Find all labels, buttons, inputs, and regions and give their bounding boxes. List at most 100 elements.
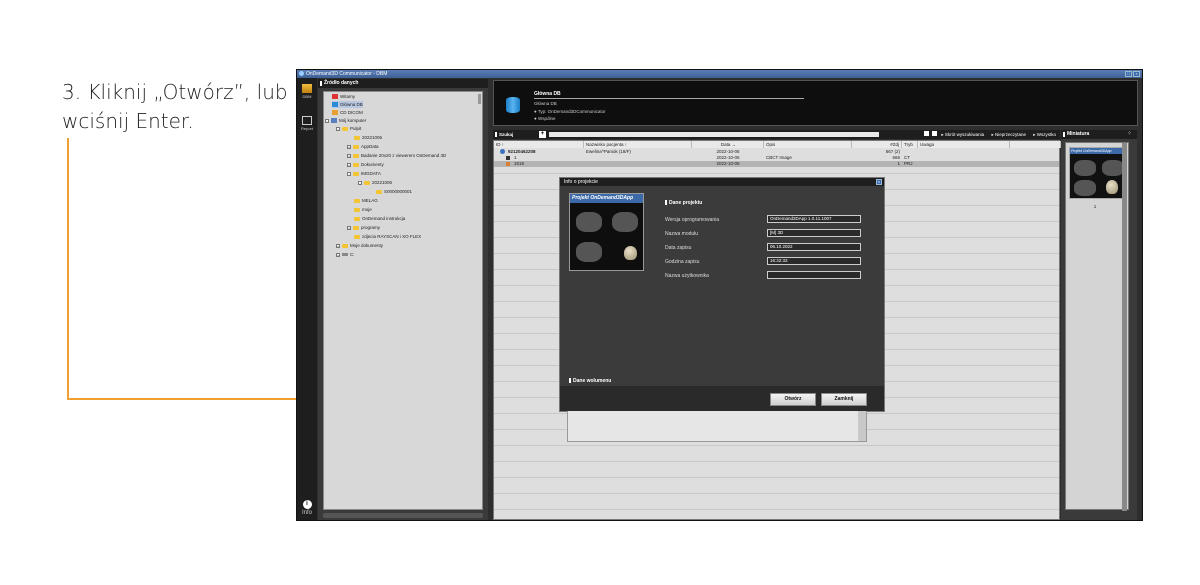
- thumbnail-list: Projekt OnDemand3DApp 1: [1065, 142, 1129, 511]
- search-expand-icon[interactable]: [932, 131, 938, 136]
- search-label: Szukaj: [494, 132, 514, 137]
- collapse-toggle-icon[interactable]: -: [347, 171, 351, 176]
- nav-report-label: Report: [300, 126, 313, 131]
- open-button[interactable]: Otwórz: [770, 393, 816, 406]
- thumbnail-panel: Miniatura ⁘ Projekt OnDemand3DApp 1: [1061, 130, 1137, 520]
- thumbnail-item[interactable]: Projekt OnDemand3DApp: [1069, 147, 1127, 199]
- column-description[interactable]: Opis: [764, 141, 852, 148]
- tree-item-folder[interactable]: moje: [354, 206, 372, 213]
- all-filter-link[interactable]: ▸ Wszystko: [1033, 132, 1056, 137]
- maximize-button[interactable]: □: [1125, 71, 1132, 77]
- db-info-panel: Główna DB Główna DB ● Typ: OnDemand3DCom…: [493, 80, 1138, 126]
- tree-label: Mój komputer: [339, 118, 367, 123]
- tree-item-folder[interactable]: + programy: [347, 224, 380, 231]
- tree-item-my-computer[interactable]: - Mój komputer: [325, 117, 366, 124]
- thumbnail-options-icon[interactable]: ⁘: [1127, 131, 1134, 138]
- dialog-close-button[interactable]: x: [876, 179, 882, 185]
- database-icon: [302, 84, 312, 93]
- tree-item-cd-dicom[interactable]: CD DICOM: [332, 109, 363, 116]
- search-input[interactable]: [549, 132, 879, 137]
- column-patient-name[interactable]: Nazwisko pacjenta ↑: [584, 141, 692, 148]
- expand-toggle-icon[interactable]: +: [347, 225, 351, 230]
- column-image-count[interactable]: #Zdj: [852, 141, 902, 148]
- folder-icon: [354, 207, 360, 212]
- column-empty: [1010, 141, 1061, 148]
- tree-item-drive-c[interactable]: + C:: [336, 251, 355, 258]
- patient-icon: [500, 149, 505, 154]
- data-source-tree: Witamy Główna DB CD DICOM - Mój komputer …: [323, 91, 483, 510]
- dialog-footer: Otwórz Zamknij: [560, 386, 884, 411]
- collapse-toggle-icon[interactable]: -: [358, 180, 362, 185]
- close-dialog-button[interactable]: Zamknij: [821, 393, 867, 406]
- software-version-field: OnDemand3DApp 1.0.11.1007: [767, 215, 861, 223]
- tree-scrollbar[interactable]: [478, 94, 481, 104]
- title-bar: OnDemand3D Communicator - DBM □ ×: [297, 70, 1142, 78]
- tree-item-folder[interactable]: + AppData: [347, 143, 379, 150]
- tree-item-my-documents[interactable]: + Moje dokumenty: [336, 242, 383, 249]
- thumbnail-scrollbar[interactable]: [1122, 143, 1127, 511]
- close-window-button[interactable]: ×: [1133, 71, 1140, 77]
- grid-line: [494, 477, 1059, 478]
- tree-item-folder[interactable]: zdjecia RAYSCAN i XO FLEX: [354, 233, 421, 240]
- collapse-toggle-icon[interactable]: -: [336, 126, 340, 131]
- module-name-field: [M] 3D: [767, 229, 861, 237]
- collapse-toggle-icon[interactable]: -: [325, 118, 329, 123]
- expand-toggle-icon[interactable]: +: [347, 153, 351, 158]
- tree-item-folder[interactable]: 20221006: [354, 134, 382, 141]
- horizontal-scrollbar[interactable]: [323, 513, 483, 518]
- db-info-shared: ● Wspólne: [534, 116, 556, 121]
- ct-slice-image: [576, 242, 602, 262]
- nav-dbm[interactable]: DBM: [297, 84, 317, 99]
- search-toggle-icon[interactable]: [923, 131, 929, 136]
- tree-item-folder[interactable]: - 20221006: [358, 179, 392, 186]
- project-section-title: Dane projektu: [665, 200, 702, 206]
- unread-filter-link[interactable]: ▸ Nieprzeczytane: [991, 132, 1026, 137]
- tree-label: C:: [350, 252, 355, 257]
- database-icon: [332, 102, 338, 107]
- tree-item-main-db[interactable]: Główna DB: [332, 101, 363, 108]
- expand-toggle-icon[interactable]: +: [336, 243, 340, 248]
- tree-item-folder[interactable]: S0000000001: [376, 188, 412, 195]
- nav-report[interactable]: Report: [297, 116, 317, 131]
- folder-icon: [364, 180, 370, 185]
- expand-toggle-icon[interactable]: +: [347, 144, 351, 149]
- grid-line: [494, 445, 1059, 446]
- window-title: OnDemand3D Communicator - DBM: [306, 71, 388, 77]
- column-mode[interactable]: Tryb: [902, 141, 918, 148]
- dialog-title: Info o projekcie: [564, 179, 598, 185]
- tree-item-desktop[interactable]: - Pulpit: [336, 125, 361, 132]
- column-date[interactable]: Data →: [692, 141, 764, 148]
- tree-label: AppData: [361, 144, 379, 149]
- ct-slice-image: [576, 212, 602, 232]
- skull-render-image: [624, 246, 637, 260]
- tree-item-folder[interactable]: MELAG: [354, 197, 378, 204]
- tree-item-folder[interactable]: + Badanie 20x20 z viewerem OnDemand 3D: [347, 152, 446, 159]
- cell-id: 1518: [514, 161, 525, 166]
- thumbnail-title: Projekt OnDemand3DApp: [1070, 148, 1126, 154]
- tree-item-folder[interactable]: + Dokumenty: [347, 161, 384, 168]
- add-search-button[interactable]: +: [539, 131, 546, 138]
- column-id[interactable]: ID ↑: [494, 141, 584, 148]
- user-name-field: [767, 271, 861, 279]
- drive-icon: [342, 253, 348, 256]
- tree-item-welcome[interactable]: Witamy: [332, 93, 355, 100]
- folder-icon: [353, 144, 359, 149]
- tree-label: MELAG: [362, 198, 378, 203]
- table-row-selected[interactable]: 1518 2022-10-06 1 PRJ: [494, 161, 1059, 167]
- folder-icon: [353, 162, 359, 167]
- nav-dbm-label: DBM: [302, 94, 312, 99]
- expand-toggle-icon[interactable]: +: [347, 162, 351, 167]
- grid-line: [494, 509, 1059, 510]
- tree-item-folder[interactable]: - IMGDATA: [347, 170, 381, 177]
- folder-icon: [354, 216, 360, 221]
- column-note[interactable]: Uwaga: [918, 141, 1010, 148]
- expand-toggle-icon[interactable]: +: [336, 252, 340, 257]
- folder-icon: [354, 234, 360, 239]
- tree-label: IMGDATA: [361, 171, 381, 176]
- project-info-dialog: Info o projekcie x Projekt OnDemand3DApp…: [559, 177, 885, 442]
- info-button[interactable]: i Info: [297, 500, 317, 516]
- quick-search-link[interactable]: ▸ Skrót wyszukiwania: [941, 132, 984, 137]
- tree-item-folder[interactable]: OnDemand instrukcja: [354, 215, 405, 222]
- tree-label: Witamy: [340, 94, 355, 99]
- volume-section-title: Dane wolumenu: [569, 378, 611, 384]
